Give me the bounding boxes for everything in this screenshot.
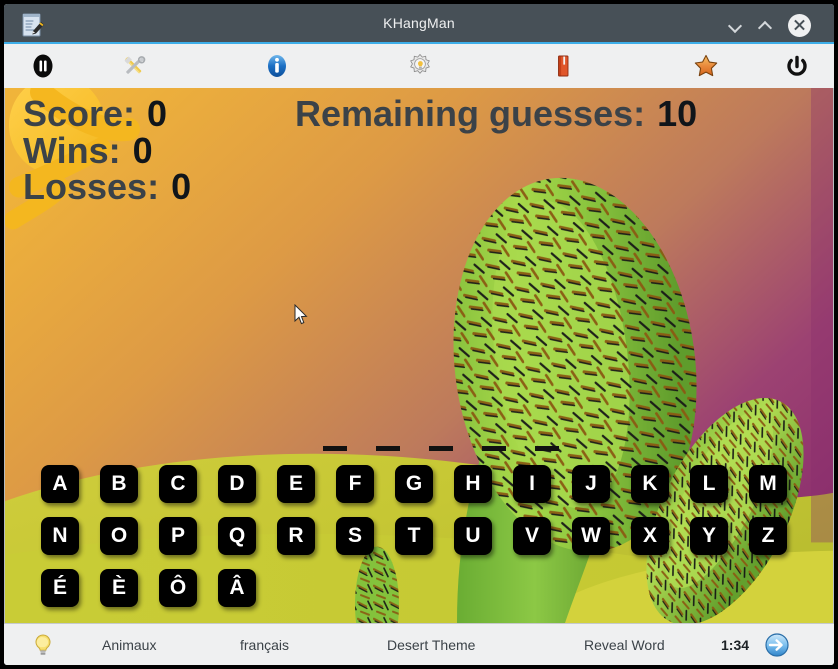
word-dash	[535, 446, 559, 451]
letter-key-V[interactable]: V	[513, 517, 551, 555]
letter-key-S[interactable]: S	[336, 517, 374, 555]
letter-key-È[interactable]: È	[100, 569, 138, 607]
vocabulary-button[interactable]	[546, 49, 580, 83]
chevron-down-icon	[729, 21, 742, 29]
status-bar: Animaux français Desert Theme Reveal Wor…	[4, 623, 834, 665]
letter-key-T[interactable]: T	[395, 517, 433, 555]
letter-key-Â[interactable]: Â	[218, 569, 256, 607]
word-dash	[429, 446, 453, 451]
book-icon	[558, 55, 569, 77]
key-row-1: ABCDEFGHIJKLM	[41, 465, 801, 503]
reveal-word-button[interactable]: Reveal Word	[584, 637, 665, 653]
notepad-pen-icon	[20, 12, 46, 38]
next-arrow-icon[interactable]	[764, 632, 790, 658]
language-label: français	[240, 636, 290, 653]
quit-button[interactable]	[780, 49, 814, 83]
word-dash	[323, 446, 347, 451]
settings-button[interactable]	[403, 49, 437, 83]
letter-key-B[interactable]: B	[100, 465, 138, 503]
title-bar: KHangMan	[4, 4, 834, 44]
letter-key-O[interactable]: O	[100, 517, 138, 555]
word-dash	[482, 446, 506, 451]
power-icon	[787, 55, 807, 76]
letter-key-P[interactable]: P	[159, 517, 197, 555]
letter-key-D[interactable]: D	[218, 465, 256, 503]
letter-key-N[interactable]: N	[41, 517, 79, 555]
letter-key-U[interactable]: U	[454, 517, 492, 555]
key-row-3: ÉÈÔÂ	[41, 569, 801, 607]
minimize-button[interactable]	[722, 12, 748, 38]
letter-key-W[interactable]: W	[572, 517, 610, 555]
info-icon	[268, 55, 286, 77]
letter-key-Z[interactable]: Z	[749, 517, 787, 555]
letter-key-K[interactable]: K	[631, 465, 669, 503]
star-icon	[694, 54, 718, 77]
toolbar	[4, 44, 834, 88]
letter-key-Q[interactable]: Q	[218, 517, 256, 555]
letter-key-X[interactable]: X	[631, 517, 669, 555]
key-row-2: NOPQRSTUVWXYZ	[41, 517, 801, 555]
pause-icon	[33, 54, 53, 78]
letter-key-G[interactable]: G	[395, 465, 433, 503]
pause-button[interactable]	[26, 49, 60, 83]
game-board: Score: 0 Remaining guesses: 10 Wins: 0 L…	[4, 88, 834, 623]
letter-keyboard: ABCDEFGHIJKLM NOPQRSTUVWXYZ ÉÈÔÂ	[41, 465, 801, 607]
letter-key-A[interactable]: A	[41, 465, 79, 503]
letter-key-E[interactable]: E	[277, 465, 315, 503]
application-window: KHangMan Score: 0 Remaining guesses: 10 …	[4, 4, 834, 665]
letter-key-R[interactable]: R	[277, 517, 315, 555]
favorite-button[interactable]	[689, 49, 723, 83]
tools-icon	[124, 56, 146, 74]
gear-bulb-icon	[410, 53, 430, 74]
letter-key-Ô[interactable]: Ô	[159, 569, 197, 607]
letter-key-F[interactable]: F	[336, 465, 374, 503]
letter-key-É[interactable]: É	[41, 569, 79, 607]
category-label: Animaux	[102, 636, 157, 653]
letter-key-I[interactable]: I	[513, 465, 551, 503]
letter-key-C[interactable]: C	[159, 465, 197, 503]
about-button[interactable]	[260, 49, 294, 83]
letter-key-H[interactable]: H	[454, 465, 492, 503]
hidden-word-display	[323, 446, 559, 451]
close-button[interactable]	[786, 12, 812, 38]
letter-key-M[interactable]: M	[749, 465, 787, 503]
letter-key-J[interactable]: J	[572, 465, 610, 503]
timer-label: 1:34	[721, 636, 750, 653]
configure-button[interactable]	[117, 49, 151, 83]
letter-key-L[interactable]: L	[690, 465, 728, 503]
lightbulb-icon[interactable]	[32, 633, 54, 657]
window-title: KHangMan	[383, 15, 455, 31]
chevron-up-icon	[759, 21, 772, 29]
word-dash	[376, 446, 400, 451]
maximize-button[interactable]	[752, 12, 778, 38]
theme-label: Desert Theme	[387, 636, 476, 653]
close-circle-icon	[787, 13, 811, 37]
letter-key-Y[interactable]: Y	[690, 517, 728, 555]
